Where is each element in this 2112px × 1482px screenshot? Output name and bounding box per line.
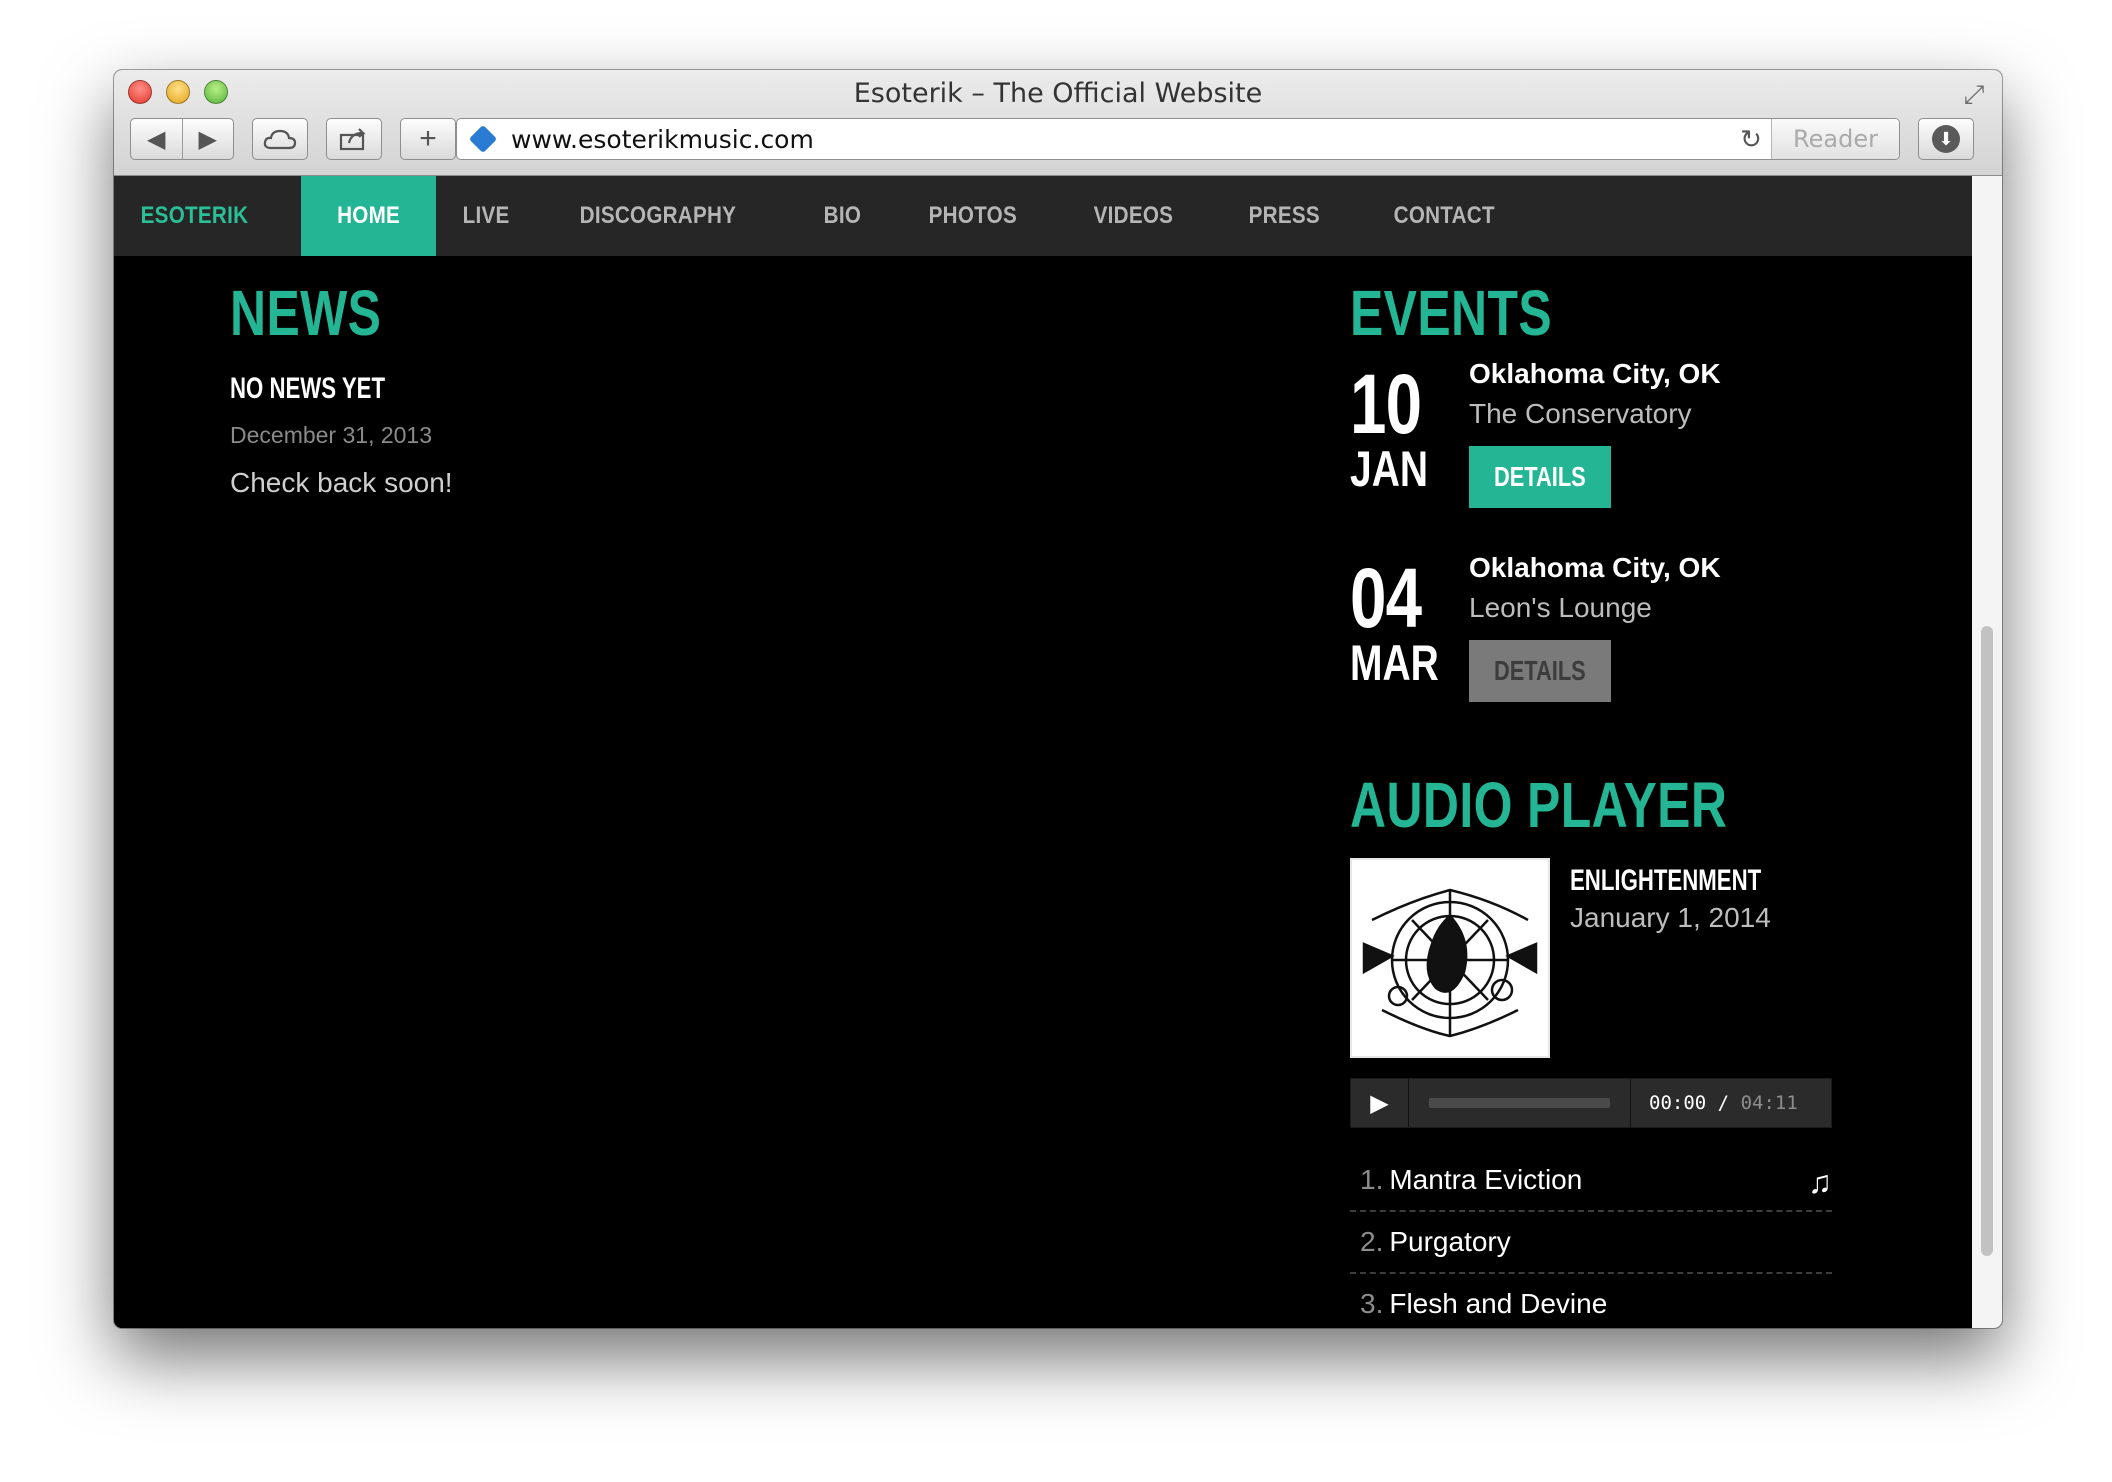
track-item[interactable]: 2. Purgatory	[1350, 1212, 1832, 1274]
event-venue: The Conservatory	[1469, 398, 1692, 429]
track-name: Purgatory	[1389, 1226, 1511, 1257]
share-icon	[339, 128, 366, 151]
audio-controls: ▶ 00:00 / 04:11	[1350, 1078, 1832, 1128]
reload-icon[interactable]: ↻	[1731, 124, 1771, 155]
track-number: 2.	[1360, 1226, 1384, 1257]
news-post-title[interactable]: NO NEWS YET	[230, 372, 748, 406]
nav-item-press[interactable]: PRESS	[1222, 176, 1347, 256]
progress-slider[interactable]	[1429, 1098, 1610, 1108]
play-button[interactable]: ▶	[1351, 1079, 1409, 1127]
total-time: 04:11	[1740, 1092, 1798, 1114]
news-heading: NEWS	[230, 277, 382, 349]
album-cover-illustration	[1352, 860, 1548, 1056]
event-details-label: DETAILS	[1494, 461, 1586, 492]
progress-area	[1409, 1079, 1631, 1127]
time-display: 00:00 / 04:11	[1631, 1092, 1798, 1114]
audio-player-heading: AUDIO PLAYER	[1350, 769, 1728, 841]
news-post-body: Check back soon!	[230, 467, 453, 498]
event-venue: Leon's Lounge	[1469, 592, 1652, 623]
event-month: MAR	[1350, 635, 1439, 691]
event-day: 04	[1350, 551, 1422, 645]
nav-item-home[interactable]: HOME	[301, 176, 437, 256]
browser-window: Esoterik – The Official Website ⤢ ◀ ▶ + …	[114, 70, 2002, 1328]
scrollbar-thumb[interactable]	[1981, 626, 1993, 1256]
address-bar[interactable]: www.esoterikmusic.com ↻ Reader	[456, 118, 1900, 160]
nav-item-videos[interactable]: VIDEOS	[1067, 176, 1200, 256]
current-time: 00:00	[1649, 1092, 1707, 1114]
new-tab-button[interactable]: +	[400, 118, 456, 160]
nav-item-discography[interactable]: DISCOGRAPHY	[553, 176, 763, 256]
nav-item-live[interactable]: LIVE	[436, 176, 536, 256]
reader-button[interactable]: Reader	[1771, 119, 1899, 159]
event-day: 10	[1350, 357, 1422, 451]
window-title: Esoterik – The Official Website	[853, 78, 1263, 109]
event-city: Oklahoma City, OK	[1469, 552, 1721, 583]
downloads-button[interactable]: ⬇	[1918, 118, 1974, 160]
nav-item-contact[interactable]: CONTACT	[1367, 176, 1521, 256]
track-list: 1. Mantra Eviction ♫ 2. Purgatory 3. Fle…	[1350, 1150, 1832, 1328]
track-number: 1.	[1360, 1164, 1384, 1195]
back-forward-control: ◀ ▶	[130, 118, 234, 160]
events-heading: EVENTS	[1350, 277, 1553, 349]
album-info: ENLIGHTENMENT January 1, 2014	[1350, 858, 1850, 1064]
web-page: ESOTERIK HOME LIVE DISCOGRAPHY BIO PHOTO…	[114, 176, 1972, 1328]
events-section: EVENTS 10 JAN Oklahoma City, OK The Cons…	[1350, 276, 1850, 738]
music-note-icon: ♫	[1808, 1164, 1832, 1200]
news-section: NEWS NO NEWS YET December 31, 2013 Check…	[230, 276, 930, 499]
forward-arrow-icon[interactable]: ▶	[183, 125, 234, 154]
album-cover-art	[1350, 858, 1550, 1058]
play-icon: ▶	[1370, 1089, 1389, 1117]
nav-item-bio[interactable]: BIO	[797, 176, 888, 256]
track-item[interactable]: 3. Flesh and Devine	[1350, 1274, 1832, 1328]
plus-icon: +	[419, 122, 437, 155]
event-item: 10 JAN Oklahoma City, OK The Conservator…	[1350, 350, 1850, 544]
album-date: January 1, 2014	[1570, 902, 1771, 933]
event-city: Oklahoma City, OK	[1469, 358, 1721, 389]
time-separator: /	[1717, 1092, 1730, 1114]
download-icon: ⬇	[1932, 125, 1960, 153]
site-navigation: ESOTERIK HOME LIVE DISCOGRAPHY BIO PHOTO…	[114, 176, 1972, 256]
icloud-tabs-button[interactable]	[252, 118, 308, 160]
fullscreen-icon[interactable]: ⤢	[1960, 80, 1988, 108]
event-details-label: DETAILS	[1494, 655, 1586, 686]
event-details-button[interactable]: DETAILS	[1469, 640, 1611, 702]
nav-item-photos[interactable]: PHOTOS	[902, 176, 1044, 256]
nav-item-label: HOME	[337, 202, 401, 229]
share-button[interactable]	[326, 118, 382, 160]
event-item: 04 MAR Oklahoma City, OK Leon's Lounge D…	[1350, 544, 1850, 738]
browser-toolbar: Esoterik – The Official Website ⤢ ◀ ▶ + …	[114, 70, 2002, 176]
track-item[interactable]: 1. Mantra Eviction ♫	[1350, 1150, 1832, 1212]
back-arrow-icon[interactable]: ◀	[131, 125, 182, 154]
vertical-scrollbar[interactable]	[1972, 176, 2002, 1328]
url-text[interactable]: www.esoterikmusic.com	[511, 125, 1731, 154]
event-month: JAN	[1350, 441, 1429, 497]
site-brand-link[interactable]: ESOTERIK	[114, 176, 275, 256]
event-details-button[interactable]: DETAILS	[1469, 446, 1611, 508]
track-name: Mantra Eviction	[1389, 1164, 1583, 1195]
track-name: Flesh and Devine	[1389, 1288, 1608, 1319]
news-post-date: December 31, 2013	[230, 422, 433, 448]
site-favicon-icon	[469, 127, 501, 151]
track-number: 3.	[1360, 1288, 1384, 1319]
audio-player-section: AUDIO PLAYER ENLIGHTENMENT January 1, 20…	[1350, 768, 1850, 1328]
cloud-icon	[263, 129, 297, 150]
album-title: ENLIGHTENMENT	[1570, 864, 1762, 897]
